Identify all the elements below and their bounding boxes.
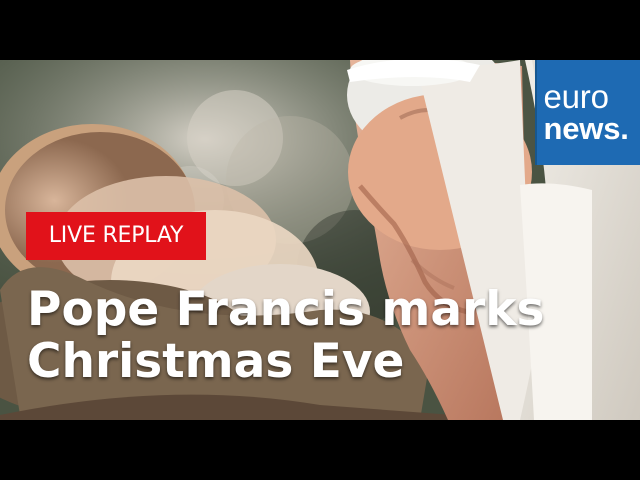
headline-line-1: Pope Francis marks bbox=[27, 282, 545, 337]
live-replay-badge: LIVE REPLAY bbox=[26, 212, 206, 260]
headline-line-2: Christmas Eve bbox=[27, 334, 405, 389]
logo-text-news: news. bbox=[543, 110, 629, 146]
video-headline: Pope Francis marks Christmas Eve bbox=[27, 284, 627, 388]
video-thumbnail[interactable]: euro news. LIVE REPLAY Pope Francis mark… bbox=[0, 0, 640, 480]
logo-text-euro: euro bbox=[543, 77, 609, 115]
euronews-logo: euro news. bbox=[535, 60, 640, 165]
